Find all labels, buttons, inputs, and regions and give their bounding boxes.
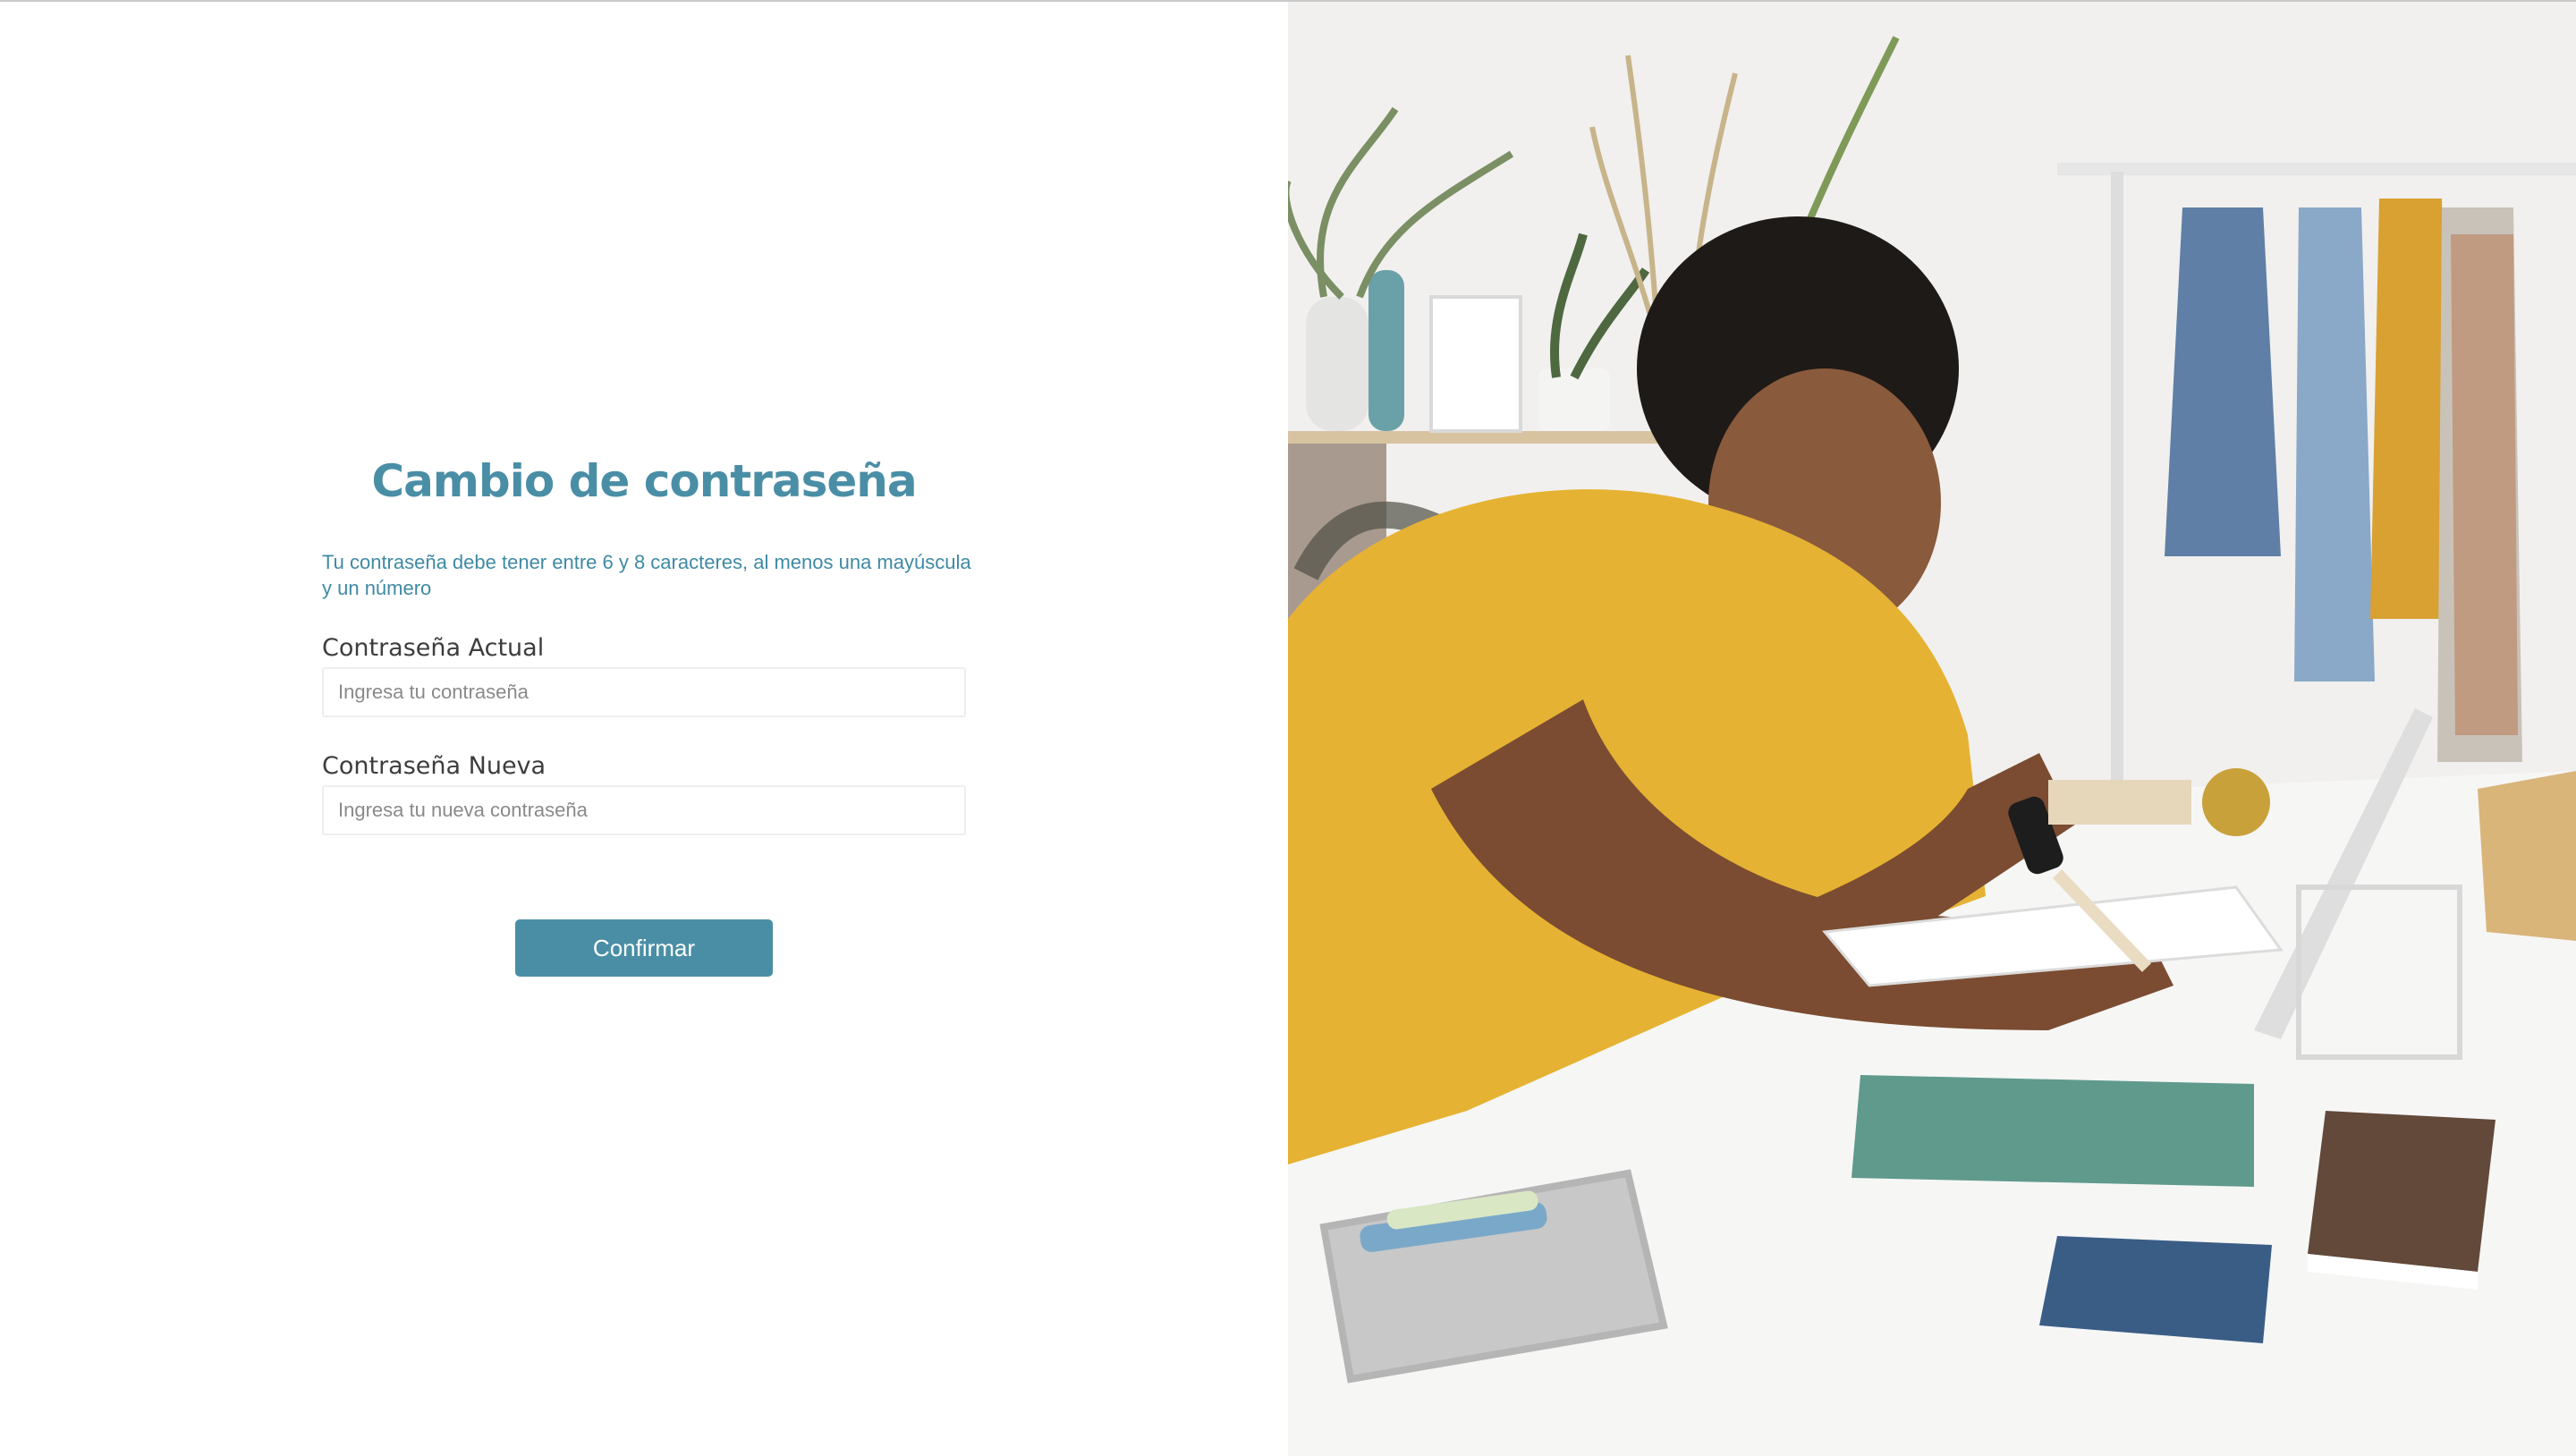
confirm-button-wrap: Confirmar — [322, 919, 966, 977]
confirm-button[interactable]: Confirmar — [515, 919, 773, 977]
current-password-label: Contraseña Actual — [322, 634, 545, 662]
password-change-page: Cambio de contraseña Tu contraseña debe … — [0, 0, 2576, 1456]
current-password-input[interactable] — [322, 667, 966, 717]
form-pane: Cambio de contraseña Tu contraseña debe … — [0, 2, 1288, 1456]
hero-photo-illustration — [1288, 2, 2576, 1456]
page-title: Cambio de contraseña — [371, 455, 917, 507]
new-password-label: Contraseña Nueva — [322, 752, 547, 780]
new-password-input[interactable] — [322, 785, 966, 835]
password-requirements-hint: Tu contraseña debe tener entre 6 y 8 car… — [322, 551, 971, 599]
hero-photo — [1288, 2, 2576, 1456]
password-change-form: Cambio de contraseña Tu contraseña debe … — [322, 445, 971, 977]
